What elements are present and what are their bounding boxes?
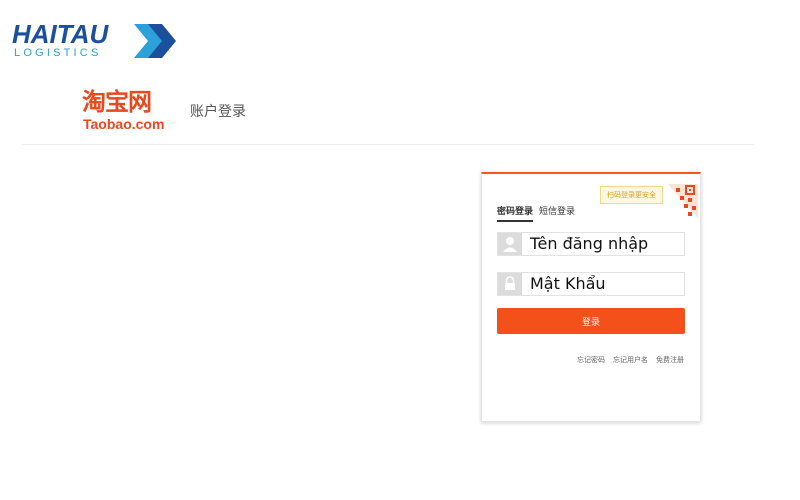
qr-code-icon[interactable]	[668, 184, 698, 218]
login-tabs: 密码登录 短信登录	[497, 204, 575, 222]
haitau-chevron-icon	[134, 24, 176, 58]
taobao-logo-cn: 淘宝网	[82, 88, 152, 116]
account-links: 忘记密码 忘记用户名 免费注册	[577, 355, 684, 365]
username-field[interactable]: Tên đăng nhập	[497, 232, 685, 256]
haitau-logo: HAITAU LOGISTICS	[12, 19, 176, 60]
tab-password-login[interactable]: 密码登录	[497, 204, 534, 222]
taobao-logo-en: Taobao.com	[83, 116, 165, 132]
forgot-password-link[interactable]: 忘记密码	[577, 355, 605, 365]
page-title: 账户登录	[190, 104, 246, 120]
password-field[interactable]: Mật Khẩu	[497, 272, 685, 296]
haitau-sub-text: LOGISTICS	[14, 47, 102, 59]
tab-sms-login[interactable]: 短信登录	[539, 204, 575, 222]
lock-icon	[498, 273, 522, 295]
password-input[interactable]: Mật Khẩu	[530, 274, 606, 294]
register-link[interactable]: 免费注册	[656, 355, 684, 365]
username-input[interactable]: Tên đăng nhập	[530, 234, 648, 254]
taobao-logo[interactable]: 淘宝网 Taobao.com	[82, 88, 182, 136]
qr-login-tip[interactable]: 扫码登录更安全	[600, 186, 663, 204]
user-icon	[498, 233, 522, 255]
login-button[interactable]: 登录	[497, 308, 685, 334]
forgot-username-link[interactable]: 忘记用户名	[613, 355, 648, 365]
login-card: 扫码登录更安全 密码登录 短信登录 Tên đăng nhập Mật Khẩu…	[481, 172, 701, 422]
header-divider	[22, 144, 754, 145]
haitau-brand-text: HAITAU	[12, 19, 109, 49]
